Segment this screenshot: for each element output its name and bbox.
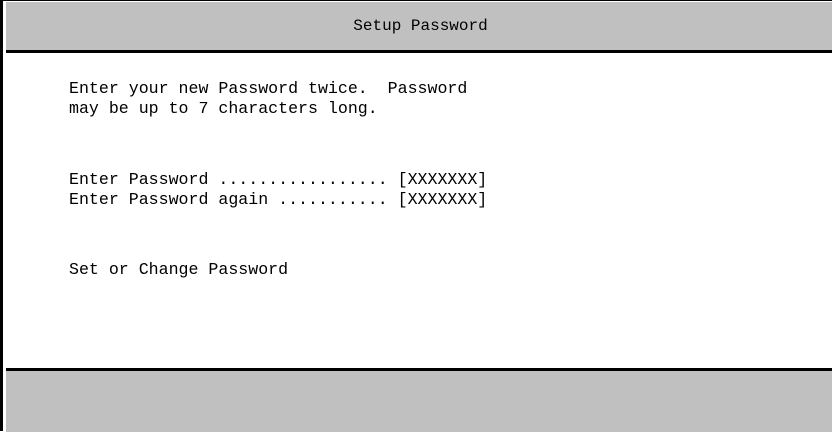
instruction-line-1: Enter your new Password twice. Password	[69, 79, 468, 98]
password-field-value[interactable]: [XXXXXXX]	[398, 170, 488, 189]
instruction-line-2: may be up to 7 characters long.	[69, 99, 378, 118]
setup-password-screen: Setup Password Enter your new Password t…	[0, 0, 832, 432]
title-bar: Setup Password	[6, 2, 832, 53]
window-title: Setup Password	[353, 17, 488, 35]
password-confirm-field-value[interactable]: [XXXXXXX]	[398, 190, 488, 209]
password-confirm-field-label: Enter Password again ...........	[69, 190, 398, 209]
password-field-row[interactable]: Enter Password ................. [XXXXXX…	[69, 170, 487, 190]
content-panel: Enter your new Password twice. Password …	[6, 53, 832, 368]
footer-bar	[6, 368, 832, 432]
password-confirm-field-row[interactable]: Enter Password again ........... [XXXXXX…	[69, 190, 487, 210]
set-change-password-option[interactable]: Set or Change Password	[69, 260, 288, 280]
password-field-label: Enter Password .................	[69, 170, 398, 189]
